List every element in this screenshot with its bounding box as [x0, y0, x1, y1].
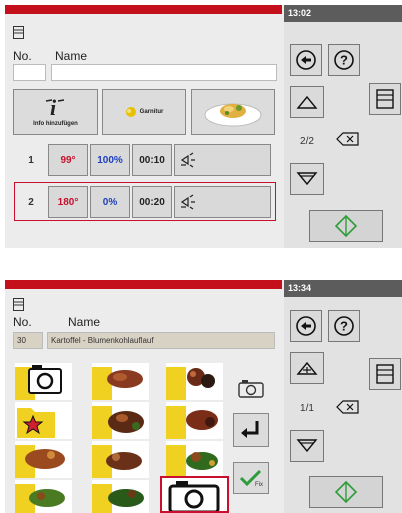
recipe-list-icon — [376, 364, 394, 384]
folder-food-icon — [166, 445, 218, 478]
scroll-up-button[interactable] — [290, 352, 324, 384]
svg-text:?: ? — [340, 53, 348, 68]
garnish-button[interactable]: Garnitur — [102, 89, 186, 135]
recipe-steps-screen: 13:02 No. Name i Info hinzufügen Garnitu… — [5, 5, 402, 248]
recipe-icon — [13, 26, 24, 39]
folder-food-icon — [15, 445, 65, 478]
name-label: Name — [68, 315, 101, 329]
clock: 13:34 — [284, 280, 402, 297]
page-indicator: 1/1 — [300, 402, 314, 414]
backspace-icon — [336, 132, 359, 146]
dish-photo-button[interactable] — [191, 89, 275, 135]
folder-camera-icon — [15, 365, 62, 400]
number-field[interactable] — [13, 64, 46, 81]
image-tile[interactable] — [92, 441, 149, 478]
name-field[interactable] — [51, 64, 277, 81]
start-button[interactable] — [309, 210, 383, 242]
number-field[interactable]: 30 — [13, 332, 43, 349]
folder-food-icon — [15, 484, 65, 513]
arrow-down-icon — [296, 439, 318, 453]
arrow-down-icon — [296, 172, 318, 186]
garnish-icon — [125, 107, 136, 117]
recipe-icon — [13, 298, 24, 311]
step-index: 1 — [28, 154, 34, 166]
recipe-list-button[interactable] — [369, 358, 401, 390]
help-icon: ? — [334, 50, 354, 70]
time-cell[interactable]: 00:20 — [132, 186, 172, 218]
selected-image-tile[interactable] — [160, 476, 229, 513]
camera-icon — [168, 481, 220, 511]
fan-cell[interactable] — [174, 186, 271, 218]
image-tile-camera[interactable] — [15, 363, 72, 400]
back-arrow-icon — [296, 316, 316, 336]
image-tile[interactable] — [166, 402, 223, 439]
garnish-label: Garnitur — [139, 109, 164, 115]
number-label: No. — [13, 315, 32, 329]
folder-food-icon — [92, 484, 144, 513]
help-icon: ? — [334, 316, 354, 336]
svg-text:Fix: Fix — [255, 482, 263, 488]
enter-arrow-icon — [241, 421, 259, 438]
fan-icon — [180, 194, 195, 210]
start-diamond-icon — [334, 480, 358, 504]
recipe-list-button[interactable] — [369, 83, 401, 115]
delete-button[interactable] — [332, 128, 364, 150]
image-tile[interactable] — [92, 363, 149, 400]
help-button[interactable]: ? — [328, 310, 360, 342]
folder-food-icon — [92, 406, 144, 439]
folder-star-icon — [17, 408, 55, 438]
scroll-up-button[interactable] — [290, 86, 324, 118]
fan-cell[interactable] — [174, 144, 271, 176]
folder-food-icon — [166, 367, 215, 400]
image-tile[interactable] — [15, 480, 72, 513]
dish-photo-icon — [204, 103, 262, 127]
start-button[interactable] — [309, 476, 383, 508]
folder-food-icon — [166, 406, 218, 439]
image-tile[interactable] — [15, 402, 72, 439]
name-label: Name — [55, 49, 88, 63]
image-tile[interactable] — [92, 402, 149, 439]
image-tile[interactable] — [15, 441, 72, 478]
image-tile[interactable] — [166, 441, 223, 478]
time-cell[interactable]: 00:10 — [132, 144, 172, 176]
scroll-down-button[interactable] — [290, 163, 324, 195]
image-tile[interactable] — [92, 480, 149, 513]
image-tile[interactable] — [166, 363, 223, 400]
recipe-list-icon — [376, 89, 394, 109]
temperature-cell[interactable]: 99° — [48, 144, 88, 176]
humidity-cell[interactable]: 100% — [90, 144, 130, 176]
camera-button[interactable] — [233, 373, 269, 403]
add-info-label: Info hinzufügen — [33, 121, 78, 127]
enter-button[interactable] — [233, 413, 269, 447]
recipe-image-screen: 13:34 No. Name 30 Kartoffel - Blumenkohl… — [5, 280, 402, 513]
add-info-button[interactable]: i Info hinzufügen — [13, 89, 98, 135]
name-field[interactable]: Kartoffel - Blumenkohlauflauf — [47, 332, 275, 349]
folder-food-icon — [92, 367, 143, 400]
scroll-down-button[interactable] — [290, 430, 324, 462]
temperature-cell[interactable]: 180° — [48, 186, 88, 218]
start-diamond-icon — [334, 214, 358, 238]
step-index: 2 — [28, 196, 34, 208]
info-icon: i — [45, 97, 64, 119]
arrow-up-icon — [296, 361, 318, 375]
back-button[interactable] — [290, 44, 322, 76]
header-bar — [5, 280, 282, 289]
number-label: No. — [13, 49, 32, 63]
help-button[interactable]: ? — [328, 44, 360, 76]
arrow-up-icon — [296, 95, 318, 109]
checkmark-icon: Fix — [239, 469, 263, 488]
clock: 13:02 — [284, 5, 402, 22]
humidity-cell[interactable]: 0% — [90, 186, 130, 218]
delete-button[interactable] — [332, 396, 364, 418]
camera-icon — [238, 380, 264, 398]
svg-text:?: ? — [340, 319, 348, 334]
folder-food-icon — [92, 445, 142, 478]
backspace-icon — [336, 400, 359, 414]
fan-icon — [180, 152, 195, 168]
back-arrow-icon — [296, 50, 316, 70]
header-bar — [5, 5, 282, 14]
confirm-button[interactable]: Fix — [233, 462, 269, 494]
back-button[interactable] — [290, 310, 322, 342]
page-indicator: 2/2 — [300, 135, 314, 147]
